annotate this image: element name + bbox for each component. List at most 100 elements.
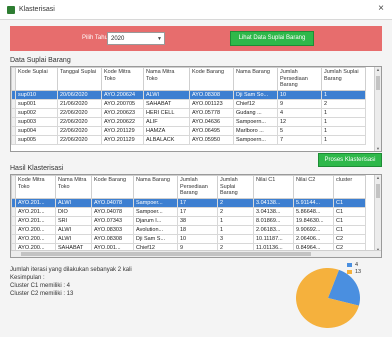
supply-column-header: Tanggal Suplai bbox=[57, 67, 102, 91]
process-clustering-button[interactable]: Proses Klasterisasi bbox=[318, 153, 382, 167]
result-cell: C2 bbox=[333, 233, 366, 244]
result-cell: Avolution... bbox=[133, 224, 178, 235]
supply-cell: HERI CELL bbox=[143, 107, 190, 118]
supply-cell: Sampoern... bbox=[233, 134, 278, 145]
table-row[interactable]: sup001 21/06/2020 AYO.200705 SAHABAT AYO.001… bbox=[11, 98, 366, 109]
table-row[interactable]: sup010 20/06/2020 AYO.200624 ALWI AYO.08308 D… bbox=[11, 89, 366, 100]
scroll-up-icon[interactable]: ▲ bbox=[375, 175, 381, 180]
result-column-header: cluster bbox=[333, 175, 366, 199]
result-cell: 17 bbox=[177, 197, 218, 208]
supply-cell: AYO.04636 bbox=[189, 116, 234, 127]
supply-cell: 1 bbox=[321, 125, 366, 136]
table-row[interactable]: AYO.201... DIO AYO.04078 Sampoer... 17 2 3.041… bbox=[11, 206, 366, 217]
supply-cell: ALBALACK bbox=[143, 134, 190, 145]
scroll-thumb[interactable] bbox=[376, 184, 380, 198]
supply-cell: 22/06/2020 bbox=[57, 116, 102, 127]
result-cell: C1 bbox=[333, 206, 366, 217]
legend-swatch bbox=[347, 263, 352, 267]
supply-cell: SAHABAT bbox=[143, 98, 190, 109]
result-cell: 2 bbox=[217, 197, 254, 208]
title-bar: Klasterisasi × bbox=[0, 0, 392, 20]
result-cell: 5.86648... bbox=[293, 206, 334, 217]
result-horizontal-scrollbar[interactable] bbox=[11, 250, 381, 257]
iteration-text: Jumlah iterasi yang dilakukan sebanyak 2… bbox=[10, 267, 132, 273]
supply-cell: sup005 bbox=[15, 134, 58, 145]
supply-cell: 1 bbox=[321, 134, 366, 145]
result-column-header: Jumlah Suplai Barang bbox=[217, 175, 254, 199]
supply-data-grid[interactable]: Kode Suplai Tanggal Suplai Kode Mitra Toko… bbox=[10, 66, 382, 152]
table-row[interactable]: sup002 22/06/2020 AYO.200623 HERI CELL AYO.0… bbox=[11, 107, 366, 118]
result-cell: 3.04138... bbox=[253, 206, 294, 217]
table-row[interactable]: sup004 22/06/2020 AYO.201129 HAMZA AYO.06495… bbox=[11, 125, 366, 136]
result-cell: 2.06183... bbox=[253, 224, 294, 235]
result-cell: 3 bbox=[217, 233, 254, 244]
result-cell: AYO.201... bbox=[15, 197, 56, 208]
view-supply-data-button[interactable]: Lihat Data Suplai Barang bbox=[230, 31, 314, 46]
result-cell: Sampoer... bbox=[133, 197, 178, 208]
result-cell: AYO.200... bbox=[15, 224, 56, 235]
supply-cell: Gudang ... bbox=[233, 107, 278, 118]
app-icon bbox=[7, 6, 15, 14]
supply-cell: 21/06/2020 bbox=[57, 98, 102, 109]
result-cell: SRI bbox=[55, 215, 92, 226]
scroll-up-icon[interactable]: ▲ bbox=[375, 67, 381, 72]
year-select[interactable]: 2020 ▼ bbox=[107, 32, 165, 45]
clustering-summary: Jumlah iterasi yang dilakukan sebanyak 2… bbox=[10, 266, 132, 298]
scroll-thumb[interactable] bbox=[21, 252, 311, 256]
cluster-c1-count: Cluster C1 memiliki : 4 bbox=[10, 283, 71, 289]
result-cell: AYO.07343 bbox=[91, 215, 134, 226]
clustering-window: Klasterisasi × Pilih Tahun 2020 ▼ Lihat … bbox=[0, 0, 392, 337]
result-cell: 10 bbox=[177, 233, 218, 244]
supply-cell: sup002 bbox=[15, 107, 58, 118]
table-row[interactable]: AYO.201... SRI AYO.07343 Djarum I... 38 1 8.01… bbox=[11, 215, 366, 226]
table-row[interactable]: AYO.201... ALWI AYO.04078 Sampoer... 17 2 3.04… bbox=[11, 197, 366, 208]
supply-cell: 12 bbox=[277, 116, 322, 127]
result-cell: 2 bbox=[217, 206, 254, 217]
supply-cell: 10 bbox=[277, 89, 322, 100]
scroll-thumb[interactable] bbox=[376, 76, 380, 90]
result-cell: Dji Sam S... bbox=[133, 233, 178, 244]
result-cell: ALWI bbox=[55, 224, 92, 235]
table-row[interactable]: sup005 22/06/2020 AYO.201129 ALBALACK AYO.05… bbox=[11, 134, 366, 145]
result-cell: C1 bbox=[333, 197, 366, 208]
supply-cell: AYO.200705 bbox=[101, 98, 144, 109]
table-row[interactable]: AYO.200... ALWI AYO.08308 Dji Sam S... 10 3 10… bbox=[11, 233, 366, 244]
supply-cell: sup001 bbox=[15, 98, 58, 109]
supply-cell: ALIF bbox=[143, 116, 190, 127]
result-cell: Sampoer... bbox=[133, 206, 178, 217]
supply-cell: AYO.201129 bbox=[101, 125, 144, 136]
supply-column-header: Kode Barang bbox=[189, 67, 234, 91]
window-title: Klasterisasi bbox=[19, 6, 55, 13]
supply-cell: Chief12 bbox=[233, 98, 278, 109]
result-cell: 9.90692... bbox=[293, 224, 334, 235]
supply-cell: AYO.05950 bbox=[189, 134, 234, 145]
supply-cell: 5 bbox=[277, 125, 322, 136]
supply-vertical-scrollbar[interactable]: ▲ ▼ bbox=[374, 67, 381, 151]
legend-label: 13 bbox=[355, 269, 362, 275]
result-vertical-scrollbar[interactable]: ▲ ▼ bbox=[374, 175, 381, 252]
supply-cell: 20/06/2020 bbox=[57, 89, 102, 100]
result-cell: DIO bbox=[55, 206, 92, 217]
supply-column-header: Kode Mitra Toko bbox=[101, 67, 144, 91]
result-cell: 17 bbox=[177, 206, 218, 217]
close-icon[interactable]: × bbox=[378, 4, 384, 14]
supply-cell: AYO.08308 bbox=[189, 89, 234, 100]
result-cell: AYO.201... bbox=[15, 215, 56, 226]
supply-cell: AYO.05778 bbox=[189, 107, 234, 118]
result-cell: ALWI bbox=[55, 197, 92, 208]
result-column-header: Kode Mitra Toko bbox=[15, 175, 56, 199]
supply-column-header: Jumlah Suplai Barang bbox=[321, 67, 366, 91]
supply-cell: 22/06/2020 bbox=[57, 134, 102, 145]
legend-item: 4 bbox=[347, 262, 387, 269]
supply-cell: 9 bbox=[277, 98, 322, 109]
result-cell: AYO.08308 bbox=[91, 233, 134, 244]
table-row[interactable]: AYO.200... ALWI AYO.08303 Avolution... 18 1 2.… bbox=[11, 224, 366, 235]
result-column-header: Nama Barang bbox=[133, 175, 178, 199]
scroll-down-icon[interactable]: ▼ bbox=[375, 146, 381, 151]
result-cell: ALWI bbox=[55, 233, 92, 244]
clustering-result-grid[interactable]: Kode Mitra Toko Nama Mitra Toko Kode Baran… bbox=[10, 174, 382, 258]
table-row[interactable]: sup003 22/06/2020 AYO.200622 ALIF AYO.04636 S… bbox=[11, 116, 366, 127]
result-cell: 1 bbox=[217, 224, 254, 235]
result-cell: 19.84630... bbox=[293, 215, 334, 226]
result-cell: 10.11187... bbox=[253, 233, 294, 244]
